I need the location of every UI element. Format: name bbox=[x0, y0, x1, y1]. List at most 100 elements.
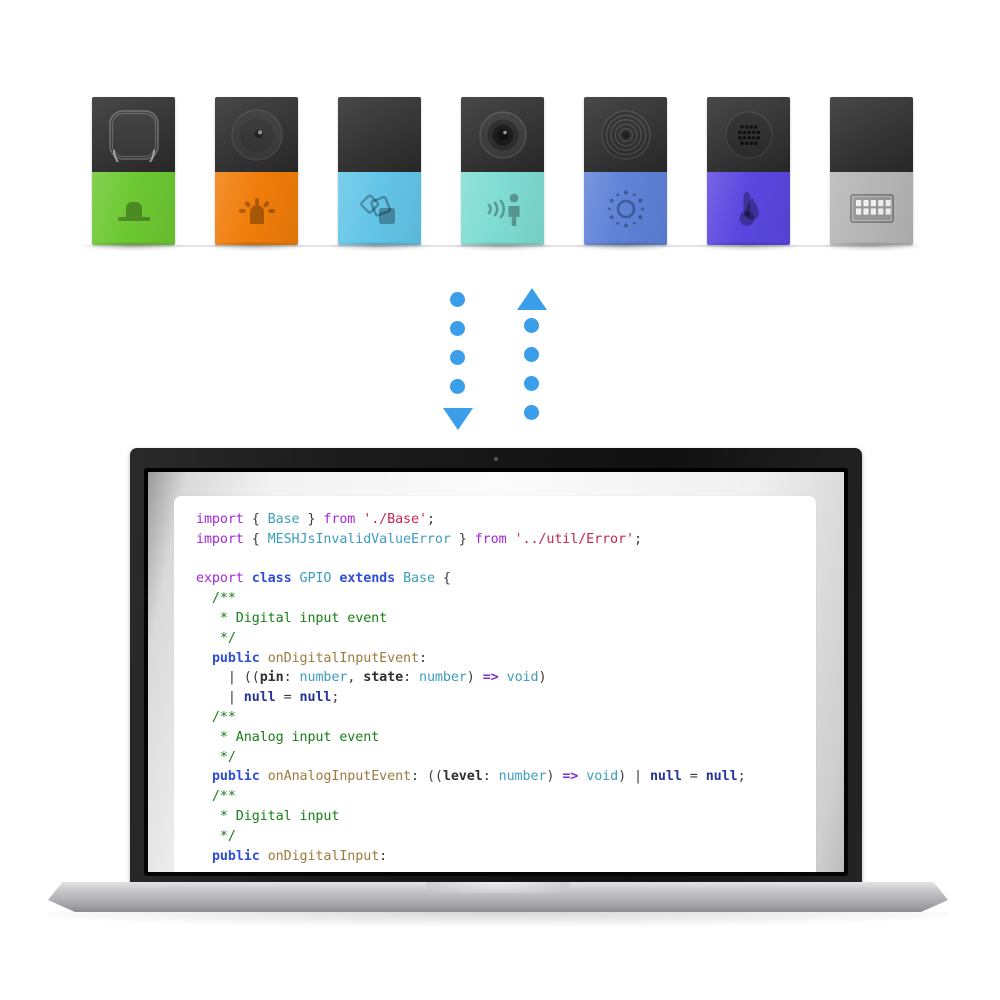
code-token: number bbox=[419, 670, 467, 686]
code-token: = bbox=[275, 690, 300, 706]
code-line: * Digital input bbox=[196, 807, 810, 827]
code-token: */ bbox=[196, 828, 236, 844]
thermo-drop-icon bbox=[707, 172, 790, 245]
code-token: */ bbox=[196, 630, 236, 646]
arrow-down-dot bbox=[450, 379, 465, 394]
code-token: : bbox=[379, 848, 388, 864]
laptop: import { Base } from './Base'; import { M… bbox=[0, 448, 1000, 928]
code-token: ; bbox=[331, 690, 340, 706]
laptop-base-body bbox=[48, 882, 948, 912]
sun-icon bbox=[584, 172, 667, 245]
code-token: './Base' bbox=[363, 512, 427, 527]
code-token: * Digital input bbox=[196, 808, 340, 824]
code-line: */ bbox=[196, 629, 810, 649]
brightness-block-top-shell bbox=[584, 97, 667, 172]
code-token: number bbox=[498, 769, 547, 785]
code-token: ; bbox=[426, 512, 435, 527]
code-line: import { MESHJsInvalidValueError } from … bbox=[196, 530, 810, 550]
brightness-block[interactable] bbox=[576, 97, 675, 251]
temp-humid-block[interactable] bbox=[699, 97, 798, 251]
button-block-face bbox=[92, 172, 175, 245]
code-token: : (( bbox=[411, 769, 443, 785]
code-token: export bbox=[196, 571, 244, 587]
code-token: */ bbox=[196, 749, 236, 765]
push-button-icon bbox=[92, 97, 175, 172]
code-token: * Digital input event bbox=[196, 610, 388, 626]
button-block[interactable] bbox=[84, 97, 183, 251]
code-token: /** bbox=[196, 591, 236, 607]
led-block-face bbox=[215, 172, 298, 245]
gpio-block-top-shell bbox=[830, 97, 913, 172]
code-token: | bbox=[196, 690, 244, 706]
temp-humid-block-face bbox=[707, 172, 790, 245]
arrow-down-head bbox=[443, 408, 473, 430]
arrow-down-dot bbox=[450, 321, 465, 336]
ring-sensor-icon bbox=[584, 97, 667, 172]
code-token: /** bbox=[196, 789, 236, 805]
laptop-base-shadow bbox=[48, 912, 948, 926]
laptop-screen: import { Base } from './Base'; import { M… bbox=[148, 472, 844, 872]
code-token: GPIO bbox=[299, 571, 332, 587]
code-editor-content[interactable]: import { Base } from './Base'; import { M… bbox=[196, 510, 810, 872]
code-line: export class GPIO extends Base { bbox=[196, 569, 810, 589]
code-token: public bbox=[211, 650, 260, 666]
code-token: void bbox=[586, 769, 619, 785]
code-token: : bbox=[418, 650, 427, 666]
code-token: } bbox=[299, 512, 324, 527]
code-token: { bbox=[243, 512, 268, 527]
move-block[interactable] bbox=[330, 97, 429, 251]
code-token: } bbox=[450, 531, 475, 547]
code-token: Base bbox=[267, 512, 300, 527]
code-token: extends bbox=[339, 571, 396, 587]
code-line: | ((pin: number, state: number) => void) bbox=[196, 668, 810, 688]
human-motion-icon bbox=[461, 172, 544, 245]
arrow-down bbox=[440, 288, 476, 430]
button-icon bbox=[92, 172, 175, 245]
scene-root: import { Base } from './Base'; import { M… bbox=[0, 0, 1000, 1000]
code-token: from bbox=[474, 531, 507, 547]
code-token: public bbox=[211, 769, 260, 785]
code-token: null bbox=[649, 769, 682, 785]
code-editor-panel[interactable]: import { Base } from './Base'; import { M… bbox=[174, 496, 816, 872]
code-line: import { Base } from './Base'; bbox=[196, 510, 810, 530]
pin-grid-icon bbox=[830, 172, 913, 245]
code-token: null bbox=[299, 690, 332, 706]
pir-lens-icon bbox=[461, 97, 544, 172]
code-token: public bbox=[211, 848, 260, 864]
human-block-top-shell bbox=[461, 97, 544, 172]
code-token: , bbox=[347, 670, 364, 686]
code-token: import bbox=[196, 512, 244, 527]
code-token: | (( bbox=[196, 670, 260, 686]
code-line: /** bbox=[196, 787, 810, 807]
code-token: ) bbox=[546, 769, 563, 785]
code-token: MESHJsInvalidValueError bbox=[267, 531, 451, 547]
code-token: void bbox=[506, 670, 539, 686]
code-token: ; bbox=[737, 769, 746, 785]
code-token: ) bbox=[538, 670, 547, 686]
led-block-top-shell bbox=[215, 97, 298, 172]
led-block[interactable] bbox=[207, 97, 306, 251]
code-token: onDigitalInput bbox=[267, 848, 380, 864]
code-token: { bbox=[434, 571, 451, 587]
led-lens-icon bbox=[215, 97, 298, 172]
gpio-block[interactable] bbox=[822, 97, 921, 251]
arrow-down-dot bbox=[450, 350, 465, 365]
arrow-up-dot bbox=[524, 405, 539, 420]
code-token: null bbox=[243, 690, 276, 706]
laptop-screen-bezel: import { Base } from './Base'; import { M… bbox=[144, 468, 848, 876]
code-token: = bbox=[681, 769, 706, 785]
code-token: onDigitalInputEvent bbox=[267, 650, 419, 666]
code-line: */ bbox=[196, 827, 810, 847]
code-token: => bbox=[482, 670, 499, 686]
code-token: null bbox=[705, 769, 738, 785]
human-block[interactable] bbox=[453, 97, 552, 251]
